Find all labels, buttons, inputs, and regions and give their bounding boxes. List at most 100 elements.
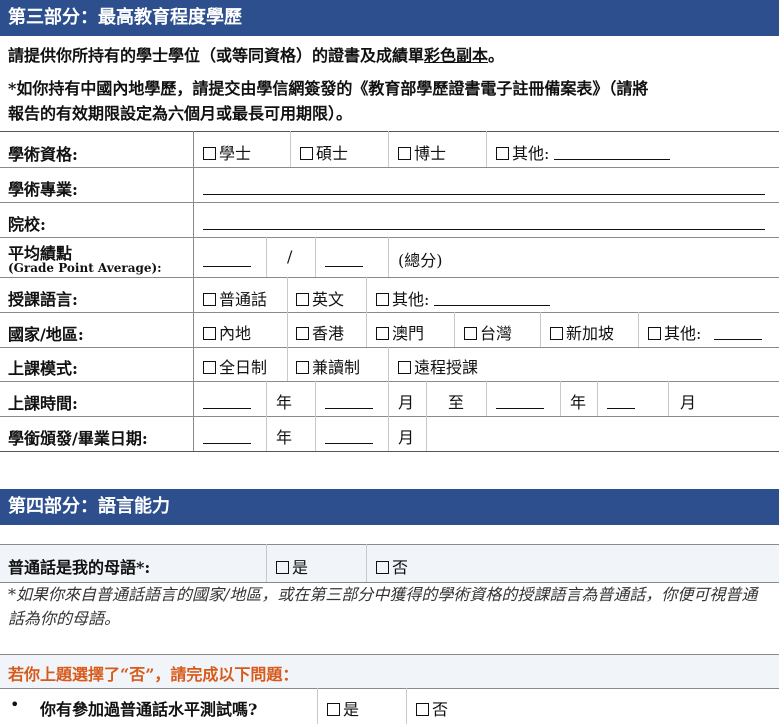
cell-divider xyxy=(540,312,541,347)
option-text: 香港 xyxy=(312,324,345,343)
mode-fulltime-option[interactable]: 全日制 xyxy=(203,354,267,378)
qualification-other-field[interactable] xyxy=(554,159,670,160)
row-divider xyxy=(0,381,779,382)
institution-field[interactable] xyxy=(203,229,765,230)
checkbox-icon xyxy=(203,361,216,374)
award-date-label: 學銜頒發/畢業日期: xyxy=(8,429,148,448)
bullet-icon: • xyxy=(10,695,20,714)
period-end-month-field[interactable] xyxy=(607,408,635,409)
cell-divider xyxy=(317,688,318,724)
checkbox-icon xyxy=(550,327,563,340)
row-divider xyxy=(0,277,779,278)
cell-divider xyxy=(388,237,389,277)
mainland-note-line2: 報告的有效期限設定為六個月或最長可用期限）。 xyxy=(8,104,353,123)
row-divider xyxy=(0,654,779,655)
period-to-label: 至 xyxy=(448,393,465,412)
major-label: 學術專業: xyxy=(8,180,78,199)
cell-divider xyxy=(388,416,389,451)
native-language-label: 普通話是我的母語*: xyxy=(8,558,151,577)
institution-label: 院校: xyxy=(8,215,46,234)
option-text: 是 xyxy=(292,558,309,577)
qualification-doctor-option[interactable]: 博士 xyxy=(398,140,446,164)
option-text: 否 xyxy=(392,558,409,577)
period-month2-label: 月 xyxy=(680,393,697,412)
language-english-option[interactable]: 英文 xyxy=(296,286,344,310)
period-start-year-field[interactable] xyxy=(203,408,251,409)
country-other-option[interactable]: 其他: xyxy=(648,320,701,344)
mode-distance-option[interactable]: 遠程授課 xyxy=(398,354,478,378)
cell-divider xyxy=(366,544,367,582)
intro-end: 。 xyxy=(488,46,505,65)
test-yes-option[interactable]: 是 xyxy=(327,696,359,720)
checkbox-icon xyxy=(203,327,216,340)
qualification-bachelor-option[interactable]: 學士 xyxy=(203,140,251,164)
gpa-label-sub: (Grade Point Average): xyxy=(8,261,162,275)
country-hongkong-option[interactable]: 香港 xyxy=(296,320,344,344)
checkbox-icon xyxy=(464,327,477,340)
checkbox-icon xyxy=(203,293,216,306)
language-mandarin-option[interactable]: 普通話 xyxy=(203,286,267,310)
option-text: 學士 xyxy=(219,144,252,163)
cell-divider xyxy=(266,416,267,451)
cell-divider xyxy=(266,544,267,582)
option-text: 英文 xyxy=(312,290,345,309)
row-divider xyxy=(0,312,779,313)
mode-parttime-option[interactable]: 兼讀制 xyxy=(296,354,360,378)
country-taiwan-option[interactable]: 台灣 xyxy=(464,320,512,344)
cell-divider xyxy=(266,381,267,416)
option-text: 新加坡 xyxy=(566,324,615,343)
cell-divider xyxy=(668,381,669,416)
language-other-field[interactable] xyxy=(434,305,550,306)
qualification-master-option[interactable]: 碩士 xyxy=(300,140,348,164)
period-start-month-field[interactable] xyxy=(325,408,373,409)
period-year-label: 年 xyxy=(276,393,293,412)
section4-header: 第四部分：語言能力 xyxy=(0,489,779,525)
label-column-divider xyxy=(193,131,194,451)
option-text: 其他: xyxy=(664,324,702,343)
award-year-field[interactable] xyxy=(203,443,251,444)
cell-divider xyxy=(388,381,389,416)
award-month-label: 月 xyxy=(398,428,415,447)
test-no-option[interactable]: 否 xyxy=(416,696,448,720)
cell-divider xyxy=(486,381,487,416)
gpa-total-field[interactable] xyxy=(325,266,363,267)
row-divider xyxy=(0,347,779,348)
option-text: 碩士 xyxy=(316,144,349,163)
cell-divider xyxy=(388,347,389,381)
followup-instruction: 若你上題選擇了“否”，請完成以下問題： xyxy=(8,665,299,684)
award-year-label: 年 xyxy=(276,428,293,447)
row-divider xyxy=(0,167,779,168)
language-other-option[interactable]: 其他: xyxy=(376,286,429,310)
period-end-year-field[interactable] xyxy=(496,408,544,409)
option-text: 兼讀制 xyxy=(312,358,361,377)
section3-title: 第三部分：最高教育程度學歷 xyxy=(8,7,242,28)
gpa-separator: / xyxy=(287,247,293,266)
checkbox-icon xyxy=(648,327,661,340)
option-text: 博士 xyxy=(414,144,447,163)
gpa-total-label: (總分) xyxy=(398,251,443,270)
country-macau-option[interactable]: 澳門 xyxy=(376,320,424,344)
qualification-label: 學術資格: xyxy=(8,145,78,164)
cell-divider xyxy=(315,416,316,451)
cell-divider xyxy=(388,131,389,167)
teaching-language-label: 授課語言: xyxy=(8,290,78,309)
native-no-option[interactable]: 否 xyxy=(376,554,408,578)
country-mainland-option[interactable]: 內地 xyxy=(203,320,251,344)
major-field[interactable] xyxy=(203,194,765,195)
section3-header: 第三部分：最高教育程度學歷 xyxy=(0,0,779,36)
intro-underlined: 彩色副本 xyxy=(424,46,489,65)
award-month-field[interactable] xyxy=(325,443,373,444)
row-divider xyxy=(0,237,779,238)
qualification-other-option[interactable]: 其他: xyxy=(496,140,549,164)
putonghua-test-question: 你有參加過普通話水平測試嗎? xyxy=(40,700,258,719)
cell-divider xyxy=(486,131,487,167)
cell-divider xyxy=(266,237,267,277)
row-divider xyxy=(0,544,779,545)
native-language-note: *如果你來自普通話語言的國家/地區，或在第三部分中獲得的學術資格的授課語言為普通… xyxy=(8,585,758,628)
native-yes-option[interactable]: 是 xyxy=(276,554,308,578)
cell-divider xyxy=(454,312,455,347)
country-other-field[interactable] xyxy=(714,339,762,340)
gpa-score-field[interactable] xyxy=(203,266,251,267)
country-singapore-option[interactable]: 新加坡 xyxy=(550,320,614,344)
country-label: 國家/地區: xyxy=(8,325,84,344)
